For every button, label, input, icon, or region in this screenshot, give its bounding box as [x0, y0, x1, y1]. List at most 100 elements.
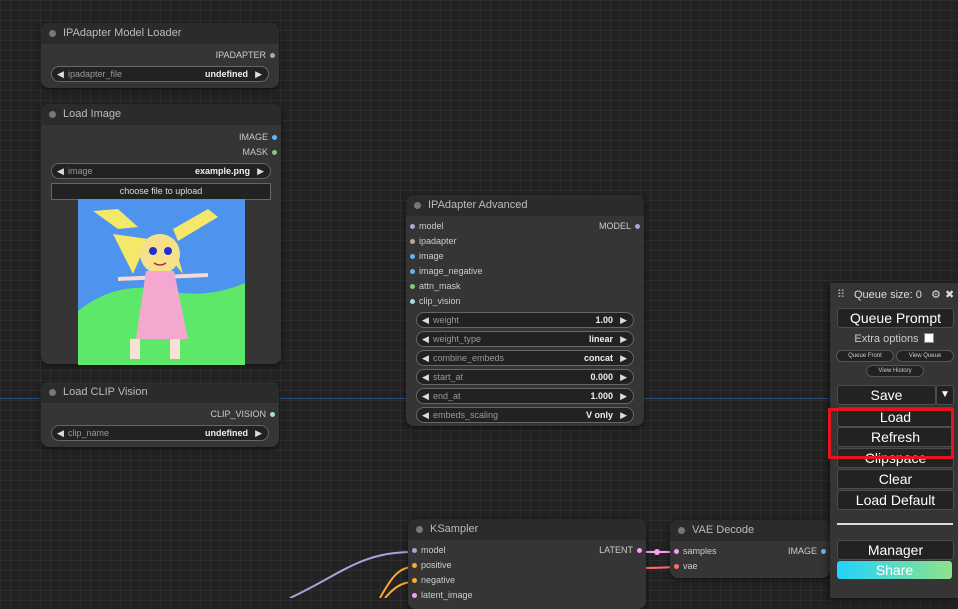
slot-dot-icon[interactable]: [410, 239, 415, 244]
load-image-node[interactable]: Load Image IMAGE MASK ◀ image example.pn…: [41, 104, 281, 365]
arrow-left-icon[interactable]: ◀: [422, 313, 429, 327]
slot-dot-icon[interactable]: [410, 269, 415, 274]
slot-dot-icon[interactable]: [410, 254, 415, 259]
load-default-button[interactable]: Load Default: [837, 490, 954, 510]
node-title[interactable]: IPAdapter Advanced: [406, 195, 644, 216]
share-button[interactable]: Share: [837, 561, 952, 579]
collapse-dot-icon[interactable]: [678, 527, 685, 534]
arrow-right-icon[interactable]: ▶: [620, 389, 627, 403]
output-slot-ipadapter[interactable]: IPADAPTER: [41, 48, 279, 63]
node-title[interactable]: Load CLIP Vision: [41, 382, 279, 403]
extra-options-label: Extra options: [854, 333, 919, 345]
collapse-dot-icon[interactable]: [49, 111, 56, 118]
slot-dot-icon[interactable]: [270, 412, 275, 417]
slot-dot-icon[interactable]: [270, 53, 275, 58]
vae-decode-node[interactable]: VAE Decode IMAGE samples vae: [670, 520, 830, 578]
collapse-dot-icon[interactable]: [49, 389, 56, 396]
arrow-right-icon[interactable]: ▶: [257, 164, 264, 178]
slot-dot-icon[interactable]: [410, 284, 415, 289]
input-slot-samples[interactable]: samples: [670, 544, 830, 559]
embeds-scaling-combo[interactable]: ◀ embeds_scaling V only ▶: [416, 407, 634, 423]
view-history-button[interactable]: View History: [866, 365, 924, 377]
node-title[interactable]: VAE Decode: [670, 520, 830, 541]
input-label: negative: [421, 575, 456, 585]
arrow-right-icon[interactable]: ▶: [620, 351, 627, 365]
slot-dot-icon[interactable]: [412, 578, 417, 583]
ipadapter-model-loader-node[interactable]: IPAdapter Model Loader IPADAPTER ◀ ipada…: [41, 23, 279, 88]
slot-dot-icon[interactable]: [674, 564, 679, 569]
slot-dot-icon[interactable]: [412, 563, 417, 568]
clear-button[interactable]: Clear: [837, 469, 954, 489]
collapse-dot-icon[interactable]: [414, 202, 421, 209]
widget-label: combine_embeds: [433, 353, 505, 363]
arrow-right-icon[interactable]: ▶: [255, 426, 262, 440]
workflow-canvas[interactable]: IPAdapter Model Loader IPADAPTER ◀ ipada…: [0, 0, 958, 609]
extra-options-checkbox[interactable]: [923, 333, 934, 343]
drag-handle-icon[interactable]: ⠿: [837, 283, 845, 307]
input-slot-positive[interactable]: positive: [408, 558, 646, 573]
queue-size-label: Queue size: 0: [854, 289, 922, 301]
caret-down-icon[interactable]: ▼: [936, 385, 954, 405]
input-slot-image-negative[interactable]: image_negative: [406, 264, 644, 279]
arrow-left-icon[interactable]: ◀: [57, 67, 64, 81]
slot-dot-icon[interactable]: [412, 593, 417, 598]
input-slot-clip-vision[interactable]: clip_vision: [406, 294, 644, 309]
weight-type-combo[interactable]: ◀ weight_type linear ▶: [416, 331, 634, 347]
weight-number-widget[interactable]: ◀ weight 1.00 ▶: [416, 312, 634, 328]
arrow-right-icon[interactable]: ▶: [255, 67, 262, 81]
close-icon[interactable]: ✖: [945, 283, 954, 307]
ipadapter-advanced-node[interactable]: IPAdapter Advanced MODEL model ipadapter…: [406, 195, 644, 426]
start-at-number-widget[interactable]: ◀ start_at 0.000 ▶: [416, 369, 634, 385]
input-slot-latent-image[interactable]: latent_image: [408, 588, 646, 603]
arrow-left-icon[interactable]: ◀: [422, 389, 429, 403]
view-queue-button[interactable]: View Queue: [896, 350, 954, 362]
slot-dot-icon[interactable]: [674, 549, 679, 554]
input-label: ipadapter: [419, 236, 457, 246]
image-combo[interactable]: ◀ image example.png ▶: [51, 163, 271, 179]
input-slot-attn-mask[interactable]: attn_mask: [406, 279, 644, 294]
arrow-right-icon[interactable]: ▶: [620, 408, 627, 422]
slot-dot-icon[interactable]: [410, 299, 415, 304]
manager-button[interactable]: Manager: [837, 540, 954, 560]
ipadapter-file-combo[interactable]: ◀ ipadapter_file undefined ▶: [51, 66, 269, 82]
input-slot-model[interactable]: model: [408, 543, 646, 558]
combine-embeds-combo[interactable]: ◀ combine_embeds concat ▶: [416, 350, 634, 366]
queue-front-button[interactable]: Queue Front: [836, 350, 894, 362]
slot-dot-icon[interactable]: [410, 224, 415, 229]
arrow-left-icon[interactable]: ◀: [57, 164, 64, 178]
output-slot-clip-vision[interactable]: CLIP_VISION: [41, 407, 279, 422]
slot-dot-icon[interactable]: [272, 135, 277, 140]
input-slot-image[interactable]: image: [406, 249, 644, 264]
output-slot-image[interactable]: IMAGE: [41, 130, 281, 145]
load-clip-vision-node[interactable]: Load CLIP Vision CLIP_VISION ◀ clip_name…: [41, 382, 279, 447]
collapse-dot-icon[interactable]: [49, 30, 56, 37]
input-label: model: [421, 545, 446, 555]
input-slot-vae[interactable]: vae: [670, 559, 830, 574]
input-slot-model[interactable]: model: [406, 219, 644, 234]
arrow-left-icon[interactable]: ◀: [422, 370, 429, 384]
ksampler-node[interactable]: KSampler LATENT model positive negative …: [408, 519, 646, 609]
collapse-dot-icon[interactable]: [416, 526, 423, 533]
arrow-right-icon[interactable]: ▶: [620, 370, 627, 384]
node-title[interactable]: Load Image: [41, 104, 281, 125]
choose-file-button[interactable]: choose file to upload: [51, 183, 271, 200]
node-title[interactable]: KSampler: [408, 519, 646, 540]
save-button[interactable]: Save: [837, 385, 936, 405]
gear-icon[interactable]: ⚙: [931, 283, 941, 307]
clip-name-combo[interactable]: ◀ clip_name undefined ▶: [51, 425, 269, 441]
input-slot-negative[interactable]: negative: [408, 573, 646, 588]
arrow-right-icon[interactable]: ▶: [620, 332, 627, 346]
extra-options[interactable]: Extra options: [830, 333, 958, 345]
node-title[interactable]: IPAdapter Model Loader: [41, 23, 279, 44]
output-slot-mask[interactable]: MASK: [41, 145, 281, 160]
end-at-number-widget[interactable]: ◀ end_at 1.000 ▶: [416, 388, 634, 404]
arrow-right-icon[interactable]: ▶: [620, 313, 627, 327]
queue-prompt-button[interactable]: Queue Prompt: [837, 308, 954, 328]
slot-dot-icon[interactable]: [412, 548, 417, 553]
input-slot-ipadapter[interactable]: ipadapter: [406, 234, 644, 249]
slot-dot-icon[interactable]: [272, 150, 277, 155]
arrow-left-icon[interactable]: ◀: [422, 332, 429, 346]
arrow-left-icon[interactable]: ◀: [422, 408, 429, 422]
arrow-left-icon[interactable]: ◀: [422, 351, 429, 365]
arrow-left-icon[interactable]: ◀: [57, 426, 64, 440]
